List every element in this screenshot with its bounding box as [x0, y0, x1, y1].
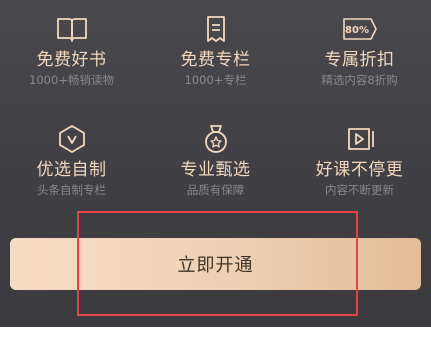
- membership-benefits-panel: 免费好书 1000+畅销读物 免费专栏 1000+专栏 80% 专属折扣 精选内…: [0, 0, 431, 327]
- benefit-free-books[interactable]: 免费好书 1000+畅销读物: [0, 14, 143, 87]
- play-video-icon: [342, 124, 378, 154]
- benefit-title: 免费专栏: [180, 50, 251, 70]
- benefit-continuous-updates[interactable]: 好课不停更 内容不断更新: [288, 124, 431, 197]
- document-icon: [198, 14, 234, 44]
- benefit-subtitle: 内容不断更新: [325, 183, 394, 197]
- benefit-title: 免费好书: [36, 50, 107, 70]
- hexagon-v-icon: [54, 124, 90, 154]
- benefit-subtitle: 1000+专栏: [184, 73, 247, 87]
- benefit-subtitle: 精选内容8折购: [321, 73, 398, 87]
- medal-icon: [198, 124, 234, 154]
- discount-badge-text: 80%: [345, 25, 369, 36]
- benefit-featured-originals[interactable]: 优选自制 头条自制专栏: [0, 124, 143, 197]
- benefit-subtitle: 头条自制专栏: [37, 183, 106, 197]
- benefit-free-columns[interactable]: 免费专栏 1000+专栏: [144, 14, 287, 87]
- benefit-subtitle: 品质有保障: [186, 183, 245, 197]
- benefit-exclusive-discount[interactable]: 80% 专属折扣 精选内容8折购: [288, 14, 431, 87]
- discount-tag-icon: 80%: [342, 14, 378, 44]
- benefit-subtitle: 1000+畅销读物: [29, 73, 114, 87]
- benefit-title: 好课不停更: [315, 160, 404, 180]
- benefit-professional-selection[interactable]: 专业甄选 品质有保障: [144, 124, 287, 197]
- open-book-icon: [54, 14, 90, 44]
- benefit-title: 专业甄选: [180, 160, 251, 180]
- activate-now-button[interactable]: 立即开通: [10, 238, 421, 290]
- benefit-title: 专属折扣: [324, 50, 395, 70]
- benefit-title: 优选自制: [36, 160, 107, 180]
